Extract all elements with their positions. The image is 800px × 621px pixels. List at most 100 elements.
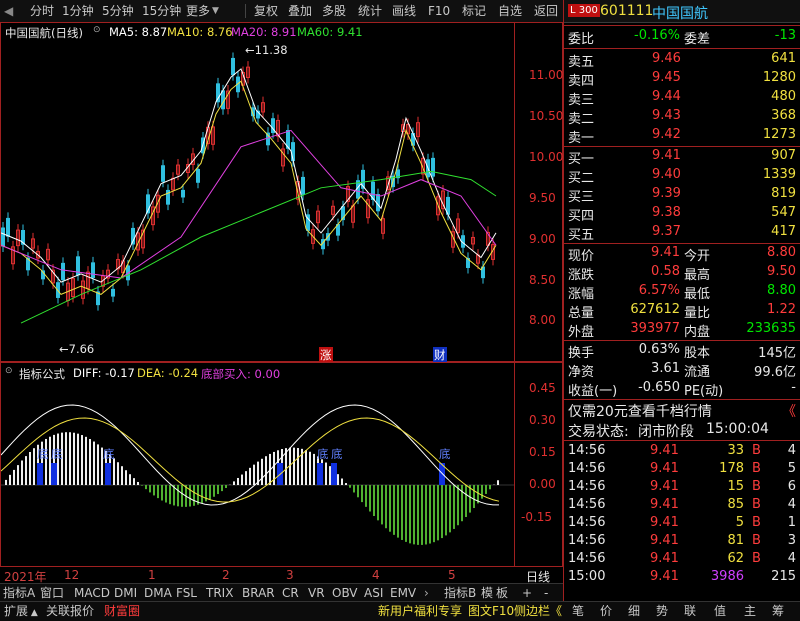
toolbar-btn-f10[interactable]: F10 [428, 3, 450, 19]
trade-tick-row: 14:569.4115B6 [564, 479, 800, 498]
panel-tab-main[interactable]: 主 [744, 603, 756, 619]
promo-link[interactable]: 新用户福利专享 [378, 603, 462, 619]
tab-indicator-a[interactable]: 指标A [3, 585, 35, 601]
tick-time: 14:56 [568, 533, 605, 548]
tick-price: 9.41 [650, 479, 679, 494]
kline-plot[interactable] [1, 23, 514, 361]
macd-bar-down [209, 485, 211, 499]
tab-vr[interactable]: VR [308, 585, 325, 601]
macd-bar-up [13, 470, 15, 485]
bid-row: 买五9.37417 [564, 224, 800, 243]
tab-cr[interactable]: CR [282, 585, 299, 601]
toolbar-btn-back[interactable]: 返回 [534, 3, 558, 19]
indicator-chart[interactable]: ⊙ 指标公式 DIFF: -0.17 DEA: -0.24 底部买入: 0.00… [0, 362, 563, 567]
tick-volume: 3986 [711, 569, 744, 584]
wealth-circle-button[interactable]: 财富圈 [104, 603, 140, 619]
stat-value: 9.41 [651, 245, 680, 260]
macd-bar-up [309, 452, 311, 485]
tab-macd[interactable]: MACD [74, 585, 110, 601]
toolbar-btn-1min[interactable]: 1分钟 [62, 3, 94, 19]
panel-tab-detail[interactable]: 细 [628, 603, 640, 619]
bid-volume: 819 [771, 186, 796, 201]
macd-bar-up [305, 450, 307, 485]
related-quote-button[interactable]: 关联报价 [46, 603, 94, 619]
macd-bar-up [325, 463, 327, 485]
more-dropdown-icon[interactable]: ▼ [212, 3, 219, 19]
macd-bar-down [169, 485, 171, 504]
bid-volume: 417 [771, 224, 796, 239]
event-marker-finance[interactable]: 财 [433, 347, 447, 363]
macd-bar-down [369, 485, 371, 511]
legend-bottom-buy: 底部买入: 0.00 [201, 366, 280, 382]
panel-tab-price[interactable]: 价 [600, 603, 612, 619]
tab-obv[interactable]: OBV [332, 585, 358, 601]
indicator-title: 指标公式 [19, 366, 65, 382]
macd-bar-down [141, 485, 143, 486]
tab-asi[interactable]: ASI [364, 585, 383, 601]
toolbar-btn-mark[interactable]: 标记 [462, 3, 486, 19]
toolbar-btn-fuquan[interactable]: 复权 [254, 3, 278, 19]
tab-indicator-b[interactable]: 指标B [444, 585, 476, 601]
indicator-options-icon[interactable]: ⊙ [5, 366, 13, 376]
tabs-scroll-right-icon[interactable]: › [424, 585, 429, 601]
macd-bar-up [233, 481, 235, 485]
candle-body [432, 158, 435, 176]
toolbar-btn-draw[interactable]: 画线 [392, 3, 416, 19]
tab-emv[interactable]: EMV [390, 585, 416, 601]
date-axis: 2021年 12 1 2 3 4 5 日线 [0, 567, 563, 583]
toolbar-btn-watchlist[interactable]: 自选 [498, 3, 522, 19]
candle-body [222, 91, 225, 109]
tick-side: B [752, 443, 761, 458]
tab-trix[interactable]: TRIX [206, 585, 233, 601]
panel-tab-chips[interactable]: 筹 [772, 603, 784, 619]
tab-board[interactable]: 板 [496, 585, 508, 601]
toolbar-btn-5min[interactable]: 5分钟 [102, 3, 134, 19]
toolbar-btn-timeshare[interactable]: 分时 [30, 3, 54, 19]
panel-tab-trend[interactable]: 势 [656, 603, 668, 619]
fund-label: 流通 [684, 361, 710, 380]
tick-price: 9.41 [650, 443, 679, 458]
chart-options-icon[interactable]: ⊙ [93, 25, 101, 35]
candle-body [112, 289, 115, 296]
tab-brar[interactable]: BRAR [242, 585, 275, 601]
trade-tick-row: 14:569.4181B3 [564, 533, 800, 552]
extend-button[interactable]: 扩展 ▲ [4, 603, 38, 619]
tab-fsl[interactable]: FSL [176, 585, 197, 601]
macd-bar-down [145, 485, 147, 489]
toolbar-btn-stats[interactable]: 统计 [358, 3, 382, 19]
promo-text[interactable]: 仅需20元查看千档行情 [568, 401, 712, 421]
kline-chart[interactable]: 中国国航(日线) ⊙ MA5: 8.87 MA10: 8.76 MA20: 8.… [0, 22, 563, 362]
zoom-out-button[interactable]: - [544, 585, 548, 601]
stat-label: 总量 [568, 302, 594, 321]
legend-ma20: MA20: 8.91 [231, 25, 297, 39]
toolbar-btn-overlay[interactable]: 叠加 [288, 3, 312, 19]
tab-dmi[interactable]: DMI [114, 585, 137, 601]
zoom-in-button[interactable]: + [522, 585, 532, 601]
quote-stat-row: 现价9.41今开8.80 [564, 245, 800, 264]
toolbar-btn-more[interactable]: 更多 [186, 3, 210, 19]
tick-price: 9.41 [650, 551, 679, 566]
bid-label: 买三 [568, 186, 594, 205]
toolbar-btn-15min[interactable]: 15分钟 [142, 3, 181, 19]
ask-row: 卖二9.43368 [564, 108, 800, 127]
promo-row[interactable]: 仅需20元查看千档行情 《 [564, 401, 800, 420]
sidebar-toggle[interactable]: 侧边栏《 [514, 603, 562, 619]
panel-tab-trades[interactable]: 笔 [572, 603, 584, 619]
f10-link[interactable]: 图文F10 [468, 603, 514, 619]
trade-tick-row: 14:569.415B1 [564, 515, 800, 534]
panel-tab-linked[interactable]: 联 [684, 603, 696, 619]
menu-arrow-icon[interactable]: ◀ [4, 3, 13, 19]
toolbar-btn-multi[interactable]: 多股 [322, 3, 346, 19]
tab-window[interactable]: 窗口 [40, 585, 64, 601]
tab-template[interactable]: 模 [481, 585, 493, 601]
stat-label: 外盘 [568, 321, 594, 340]
ask-label: 卖一 [568, 127, 594, 146]
tab-dma[interactable]: DMA [144, 585, 172, 601]
event-marker-up[interactable]: 涨 [319, 347, 333, 363]
macd-bar-up [81, 435, 83, 485]
tick-volume: 33 [727, 443, 744, 458]
macd-bar-down [401, 485, 403, 540]
indicator-plot[interactable] [1, 363, 514, 566]
promo-arrow-icon[interactable]: 《 [782, 401, 796, 421]
panel-tab-value[interactable]: 值 [714, 603, 726, 619]
